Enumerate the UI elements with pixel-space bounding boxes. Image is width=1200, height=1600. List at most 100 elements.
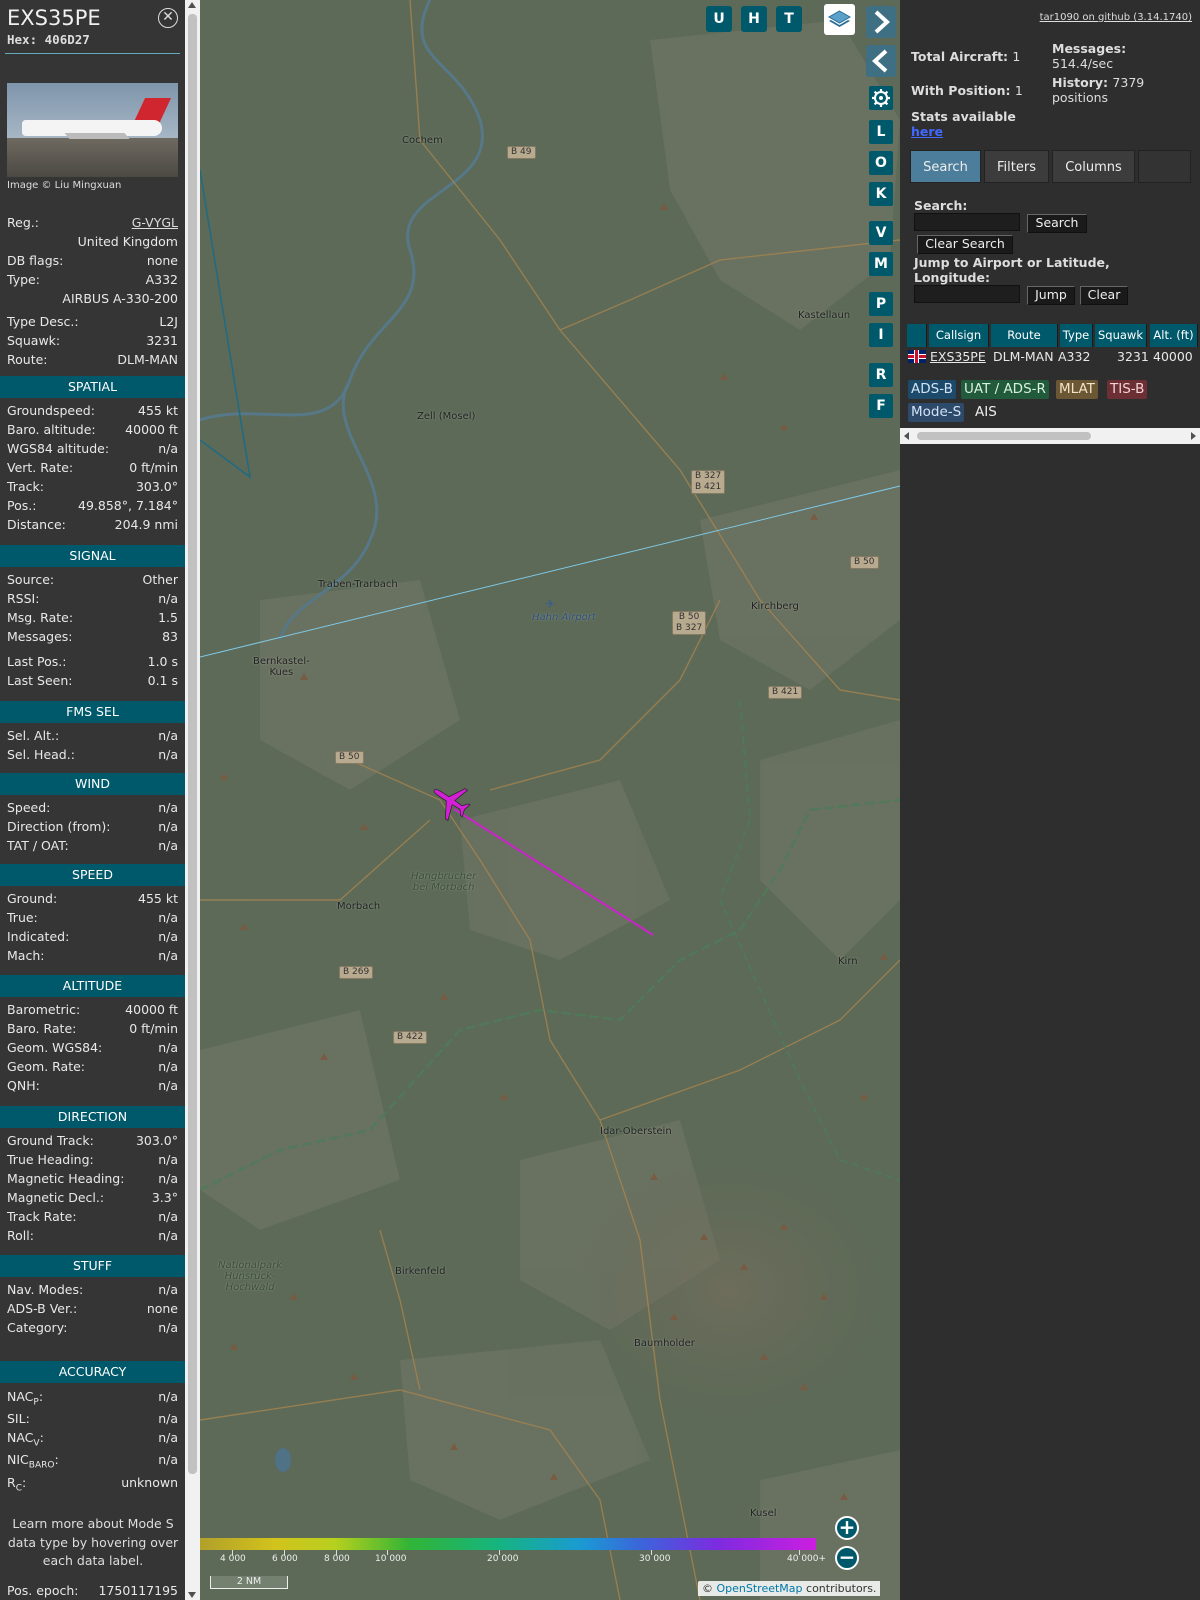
place-kirn: Kirn: [838, 956, 858, 967]
speed-row-value: n/a: [158, 929, 178, 944]
speed-row-label: True:: [7, 910, 38, 925]
spatial-row-value: 303.0°: [135, 479, 178, 494]
registration-link[interactable]: G-VYGL: [132, 215, 178, 230]
spatial-row: WGS84 altitude: n/a: [7, 441, 178, 460]
scroll-right-icon[interactable]: [1191, 432, 1196, 440]
accuracy-row-label: RC:: [7, 1475, 27, 1494]
column-header[interactable]: Squawk: [1095, 324, 1147, 347]
zoom-out-button[interactable]: −: [835, 1546, 859, 1570]
altitude-row-label: Barometric:: [7, 1002, 81, 1017]
accuracy-row-label: NICBARO:: [7, 1452, 59, 1471]
search-button[interactable]: Search: [1027, 214, 1087, 233]
section-header-fms: FMS SEL: [0, 701, 185, 723]
stats-available: Stats available: [911, 109, 1016, 124]
info-row-label: Type:: [7, 272, 40, 287]
direction-row-value: n/a: [158, 1228, 178, 1243]
place-birkenfeld: Birkenfeld: [395, 1266, 446, 1277]
photo-credit: Image © Liu Mingxuan: [7, 180, 122, 191]
speed-row-label: Ground:: [7, 891, 58, 906]
toggle-button-u[interactable]: U: [706, 6, 732, 32]
toggle-button-p[interactable]: P: [869, 292, 893, 316]
direction-row: True Heading: n/a: [7, 1152, 178, 1171]
direction-row-label: Roll:: [7, 1228, 34, 1243]
jump-input[interactable]: [914, 285, 1020, 303]
scroll-up-icon[interactable]: [188, 2, 196, 8]
uk-flag-icon: [908, 350, 926, 363]
toggle-button-t[interactable]: T: [776, 6, 802, 32]
signal-row-label: Messages:: [7, 629, 73, 644]
layers-button[interactable]: [824, 4, 855, 35]
spatial-row: Vert. Rate: 0 ft/min: [7, 460, 178, 479]
aircraft-photo[interactable]: [7, 83, 178, 177]
spatial-row-label: Track:: [7, 479, 44, 494]
clear-button[interactable]: Clear: [1080, 286, 1128, 305]
collapse-panel-button[interactable]: [866, 45, 896, 77]
wind-row: TAT / OAT: n/a: [7, 838, 178, 857]
tab-filters[interactable]: Filters: [984, 150, 1049, 183]
stuff-row: ADS-B Ver.: none: [7, 1301, 178, 1320]
signal-row-value: n/a: [158, 591, 178, 606]
toggle-button-i[interactable]: I: [869, 323, 893, 347]
toggle-button-h[interactable]: H: [741, 6, 767, 32]
table-hscrollbar[interactable]: [900, 428, 1200, 444]
section-header-signal: SIGNAL: [0, 545, 185, 567]
tab-columns[interactable]: Columns: [1052, 150, 1135, 183]
clear-search-button[interactable]: Clear Search: [917, 235, 1013, 254]
signal-row-value: 1.5: [158, 610, 178, 625]
section-header-stuff: STUFF: [0, 1255, 185, 1277]
signal-row-label: Msg. Rate:: [7, 610, 74, 625]
toggle-button-m[interactable]: M: [869, 252, 893, 276]
toggle-button-o[interactable]: O: [869, 151, 893, 175]
attribution-suffix: contributors.: [806, 1582, 877, 1595]
row-callsign[interactable]: EXS35PE: [930, 349, 986, 364]
signal-row-label: Source:: [7, 572, 55, 587]
expand-panel-button[interactable]: [866, 6, 896, 38]
zoom-in-button[interactable]: +: [835, 1516, 859, 1540]
map-view[interactable]: ✈ Cochem Kastellaun Zell (Mosel) Traben-…: [200, 0, 900, 1600]
label-sub: BARO: [28, 1460, 55, 1471]
toggle-button-k[interactable]: K: [869, 182, 893, 206]
row-squawk: 3231: [1117, 349, 1149, 364]
column-header[interactable]: Callsign: [929, 324, 989, 347]
search-input[interactable]: [914, 213, 1020, 231]
jump-button[interactable]: Jump: [1027, 286, 1075, 305]
settings-button[interactable]: [869, 86, 893, 110]
signal-row-value: 83: [162, 629, 178, 644]
tab-search[interactable]: Search: [910, 150, 981, 183]
stats-here-link[interactable]: here: [911, 124, 943, 139]
tab-extra[interactable]: [1138, 150, 1191, 183]
hscrollbar-thumb[interactable]: [917, 432, 1091, 440]
scrollbar-thumb[interactable]: [188, 14, 197, 1474]
aircraft-list-panel: tar1090 on github (3.14.1740) Total Airc…: [900, 0, 1200, 1600]
history-label: History:: [1052, 75, 1109, 90]
altitude-row-label: Baro. Rate:: [7, 1021, 77, 1036]
footnote: Learn more about Mode S data type by hov…: [7, 1516, 179, 1568]
scroll-down-icon[interactable]: [188, 1592, 196, 1598]
search-label: Search:: [914, 198, 968, 213]
column-header[interactable]: Alt. (ft): [1150, 324, 1198, 347]
attribution-link[interactable]: OpenStreetMap: [717, 1582, 803, 1595]
direction-row: Magnetic Heading: n/a: [7, 1171, 178, 1190]
column-header[interactable]: Route: [991, 324, 1058, 347]
toggle-button-r[interactable]: R: [869, 363, 893, 387]
spatial-row: Groundspeed: 455 kt: [7, 403, 178, 422]
scroll-left-icon[interactable]: [904, 432, 909, 440]
column-header[interactable]: Type: [1060, 324, 1093, 347]
altitude-row-value: 0 ft/min: [129, 1021, 178, 1036]
source-badge: AIS: [972, 403, 1000, 422]
info-row: Squawk: 3231: [7, 333, 178, 352]
map-attribution: © OpenStreetMap contributors.: [698, 1581, 881, 1596]
github-link[interactable]: tar1090 on github (3.14.1740): [1040, 12, 1192, 23]
column-header[interactable]: [907, 324, 927, 347]
fms-row-label: Sel. Alt.:: [7, 728, 60, 743]
toggle-button-v[interactable]: V: [869, 221, 893, 245]
toggle-button-l[interactable]: L: [869, 120, 893, 144]
toggle-button-f[interactable]: F: [869, 394, 893, 418]
info-row-value: AIRBUS A-330-200: [62, 291, 178, 306]
spatial-row-value: n/a: [158, 441, 178, 456]
close-icon[interactable]: ✕: [158, 8, 178, 28]
accuracy-row-label: NACP:: [7, 1389, 44, 1408]
sidebar-scrollbar[interactable]: [185, 0, 200, 1600]
spatial-row-label: Vert. Rate:: [7, 460, 74, 475]
pos-epoch-row: Pos. epoch: 1750117195: [7, 1583, 178, 1600]
